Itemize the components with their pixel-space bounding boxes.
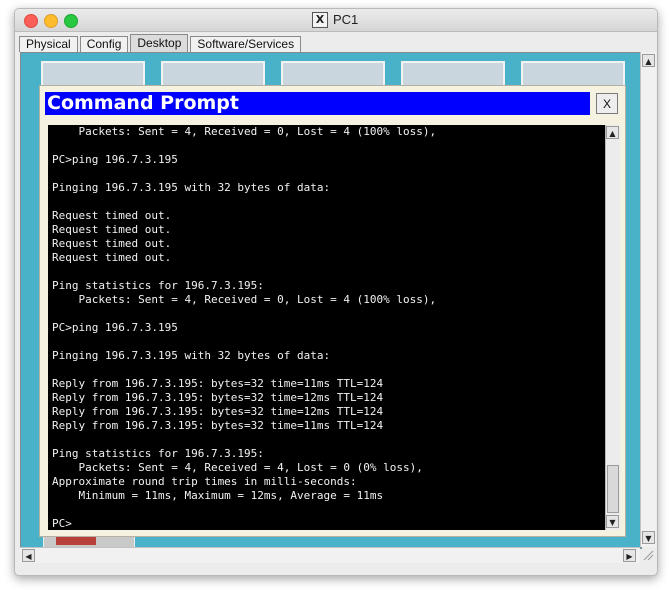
scroll-down-arrow-icon[interactable]: ▼ [606,515,619,528]
scroll-up-arrow-icon[interactable]: ▲ [606,126,619,139]
terminal-line: PC>ping 196.7.3.195 [52,321,178,334]
terminal-line: Ping statistics for 196.7.3.195: [52,279,264,292]
terminal-line: Request timed out. [52,237,172,250]
terminal-line: PC> [52,517,72,530]
zoom-window-button[interactable] [64,14,78,28]
terminal-line: Packets: Sent = 4, Received = 4, Lost = … [52,461,423,474]
scroll-down-arrow-icon[interactable]: ▼ [642,531,655,544]
terminal-line: Packets: Sent = 4, Received = 0, Lost = … [52,293,437,306]
terminal-line: Reply from 196.7.3.195: bytes=32 time=12… [52,405,384,418]
tab-physical[interactable]: Physical [19,36,78,52]
desktop-vertical-scrollbar[interactable]: ▲ ▼ [640,52,656,547]
terminal-line: Packets: Sent = 4, Received = 0, Lost = … [52,125,437,138]
resize-grip-icon[interactable] [642,549,654,561]
terminal-line: Reply from 196.7.3.195: bytes=32 time=11… [52,419,384,432]
window-title: PC1 [333,12,359,27]
terminal-line: Reply from 196.7.3.195: bytes=32 time=12… [52,391,384,404]
app-icon: X [312,12,328,28]
command-prompt-close-button[interactable]: X [596,93,618,114]
terminal-line: Approximate round trip times in milli-se… [52,475,357,488]
scroll-left-arrow-icon[interactable]: ◀ [22,549,35,562]
title-bar[interactable]: X PC1 [15,9,657,32]
terminal-line: PC>ping 196.7.3.195 [52,153,178,166]
terminal-line: Pinging 196.7.3.195 with 32 bytes of dat… [52,349,331,362]
tab-bar: Physical Config Desktop Software/Service… [19,34,303,52]
scroll-up-arrow-icon[interactable]: ▲ [642,54,655,67]
terminal-scroll-thumb[interactable] [607,465,619,513]
command-prompt-title: Command Prompt [45,92,590,115]
terminal-output[interactable]: Packets: Sent = 4, Received = 0, Lost = … [48,125,605,530]
desktop-horizontal-scrollbar[interactable]: ◀ ▶ [20,547,640,563]
terminal-line: Minimum = 11ms, Maximum = 12ms, Average … [52,489,384,502]
terminal-line: Reply from 196.7.3.195: bytes=32 time=11… [52,377,384,390]
tab-software-services[interactable]: Software/Services [190,36,302,52]
minimize-window-button[interactable] [44,14,58,28]
terminal-line: Request timed out. [52,223,172,236]
tab-desktop[interactable]: Desktop [130,34,189,52]
terminal-line: Pinging 196.7.3.195 with 32 bytes of dat… [52,181,331,194]
terminal-scrollbar[interactable]: ▲ ▼ [605,125,620,530]
close-window-button[interactable] [24,14,38,28]
terminal-line: Ping statistics for 196.7.3.195: [52,447,264,460]
terminal-line: Request timed out. [52,209,172,222]
scroll-right-arrow-icon[interactable]: ▶ [623,549,636,562]
tab-config[interactable]: Config [79,36,129,52]
terminal-line: Request timed out. [52,251,172,264]
terminal-text[interactable]: Packets: Sent = 4, Received = 0, Lost = … [48,125,605,530]
app-window: X PC1 Physical Config Desktop Software/S… [14,8,658,576]
command-prompt-window: Command Prompt X Packets: Sent = 4, Rece… [39,85,626,537]
